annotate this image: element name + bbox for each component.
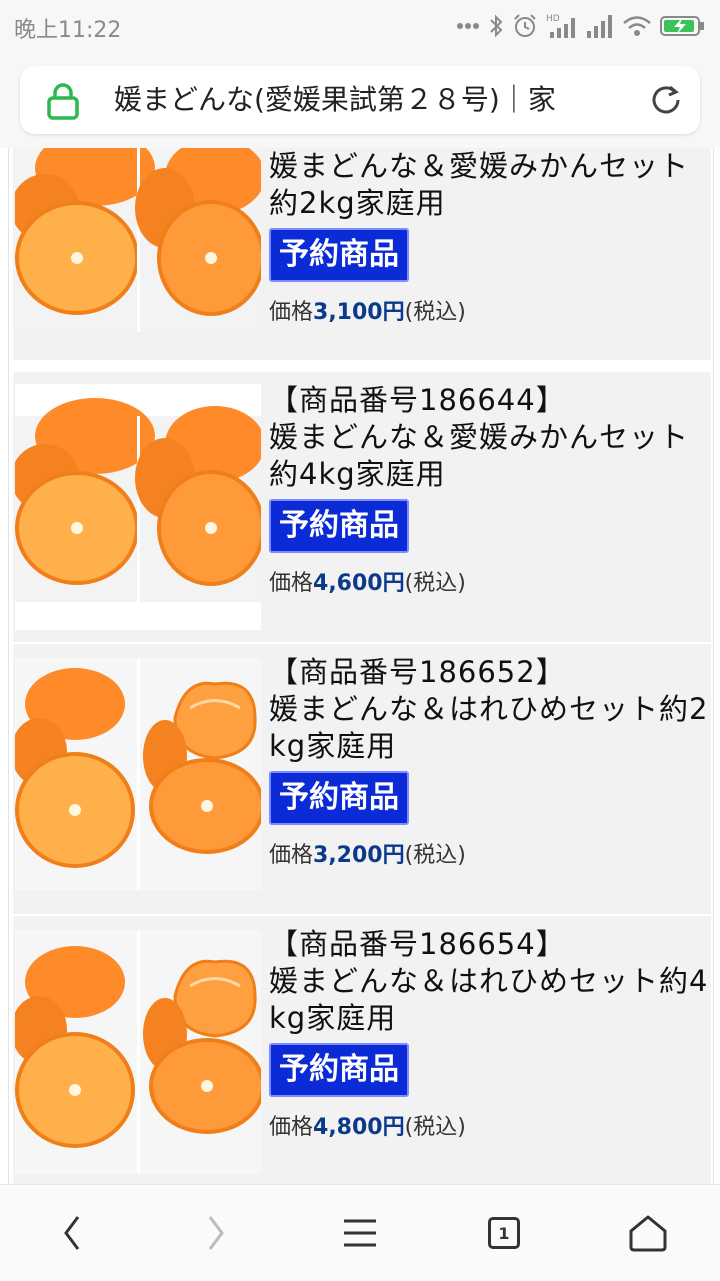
status-bar: 晚上11:22 HD <box>0 0 720 52</box>
orange-halves-image <box>15 148 261 332</box>
orange-peeled-image <box>15 658 261 890</box>
product-info: 【商品番号186654】 媛まどんな＆はれひめセット約4kg家庭用 予約商品 価… <box>269 926 709 1141</box>
status-icons: HD <box>456 10 706 42</box>
alarm-icon <box>514 14 536 37</box>
product-info: 媛まどんな＆愛媛みかんセット約2kg家庭用 予約商品 価格3,100円(税込) <box>269 148 709 326</box>
product-info: 【商品番号186652】 媛まどんな＆はれひめセット約2kg家庭用 予約商品 価… <box>269 654 709 869</box>
url-text[interactable]: 媛まどんな(愛媛果試第２８号)｜家 <box>114 80 634 120</box>
status-time: 晚上11:22 <box>14 18 122 43</box>
product-number[interactable]: 【商品番号186644】 <box>269 382 709 419</box>
back-button[interactable] <box>0 1185 144 1281</box>
forward-button[interactable] <box>144 1185 288 1281</box>
orange-halves-image <box>15 384 261 630</box>
preorder-badge: 予約商品 <box>269 771 409 825</box>
product-price: 価格3,200円(税込) <box>269 837 709 869</box>
product-info: 【商品番号186644】 媛まどんな＆愛媛みかんセット約4kg家庭用 予約商品 … <box>269 382 709 597</box>
tab-count: 1 <box>498 1223 510 1243</box>
tabs-icon: 1 <box>488 1217 520 1249</box>
signal-icon <box>587 15 612 38</box>
product-price: 価格4,600円(税込) <box>269 565 709 597</box>
product-name[interactable]: 媛まどんな＆愛媛みかんセット約4kg家庭用 <box>269 419 709 493</box>
product-price: 価格4,800円(税込) <box>269 1109 709 1141</box>
forward-chevron-icon <box>208 1216 224 1250</box>
price-value: 4,800円 <box>313 1115 405 1140</box>
tax-label: (税込) <box>404 1115 466 1140</box>
product-image[interactable] <box>15 148 261 332</box>
preorder-badge: 予約商品 <box>269 228 409 282</box>
back-chevron-icon <box>64 1216 80 1250</box>
svg-text:HD: HD <box>546 14 560 24</box>
product-image[interactable] <box>15 384 261 630</box>
tax-label: (税込) <box>404 300 466 325</box>
address-bar[interactable]: 媛まどんな(愛媛果試第２８号)｜家 <box>20 66 700 134</box>
price-label: 価格 <box>269 300 314 325</box>
battery-charging-icon <box>660 16 704 36</box>
tax-label: (税込) <box>404 843 466 868</box>
reload-icon[interactable] <box>648 82 684 118</box>
product-number[interactable]: 【商品番号186654】 <box>269 926 709 963</box>
product-item[interactable]: 媛まどんな＆愛媛みかんセット約2kg家庭用 予約商品 価格3,100円(税込) <box>13 148 711 360</box>
lock-icon <box>47 83 79 120</box>
product-item[interactable]: 【商品番号186652】 媛まどんな＆はれひめセット約2kg家庭用 予約商品 価… <box>13 644 711 914</box>
address-bar-container: 媛まどんな(愛媛果試第２８号)｜家 <box>0 52 720 148</box>
product-number[interactable]: 【商品番号186652】 <box>269 654 709 691</box>
tax-label: (税込) <box>404 571 466 596</box>
product-item[interactable]: 【商品番号186654】 媛まどんな＆はれひめセット約4kg家庭用 予約商品 価… <box>13 916 711 1184</box>
product-list: 媛まどんな＆愛媛みかんセット約2kg家庭用 予約商品 価格3,100円(税込) <box>8 148 714 1184</box>
preorder-badge: 予約商品 <box>269 1043 409 1097</box>
price-value: 3,100円 <box>313 300 405 325</box>
orange-peeled-image <box>15 930 261 1174</box>
preorder-badge: 予約商品 <box>269 499 409 553</box>
hd-signal-icon: HD <box>546 14 575 38</box>
product-name[interactable]: 媛まどんな＆はれひめセット約4kg家庭用 <box>269 963 709 1037</box>
product-image[interactable] <box>15 930 261 1174</box>
tabs-button[interactable]: 1 <box>432 1185 576 1281</box>
price-label: 価格 <box>269 571 314 596</box>
more-dots-icon <box>457 23 479 29</box>
bottom-nav: 1 <box>0 1184 720 1281</box>
price-label: 価格 <box>269 843 314 868</box>
home-icon <box>629 1215 667 1252</box>
product-item[interactable]: 【商品番号186644】 媛まどんな＆愛媛みかんセット約4kg家庭用 予約商品 … <box>13 372 711 642</box>
bluetooth-icon <box>490 14 503 38</box>
menu-button[interactable] <box>288 1185 432 1281</box>
price-value: 3,200円 <box>313 843 405 868</box>
home-button[interactable] <box>576 1185 720 1281</box>
price-label: 価格 <box>269 1115 314 1140</box>
product-price: 価格3,100円(税込) <box>269 294 709 326</box>
price-value: 4,600円 <box>313 571 405 596</box>
product-name[interactable]: 媛まどんな＆はれひめセット約2kg家庭用 <box>269 691 709 765</box>
product-image[interactable] <box>15 658 261 890</box>
wifi-icon <box>623 16 651 36</box>
menu-icon <box>344 1219 376 1247</box>
product-name[interactable]: 媛まどんな＆愛媛みかんセット約2kg家庭用 <box>269 148 709 222</box>
